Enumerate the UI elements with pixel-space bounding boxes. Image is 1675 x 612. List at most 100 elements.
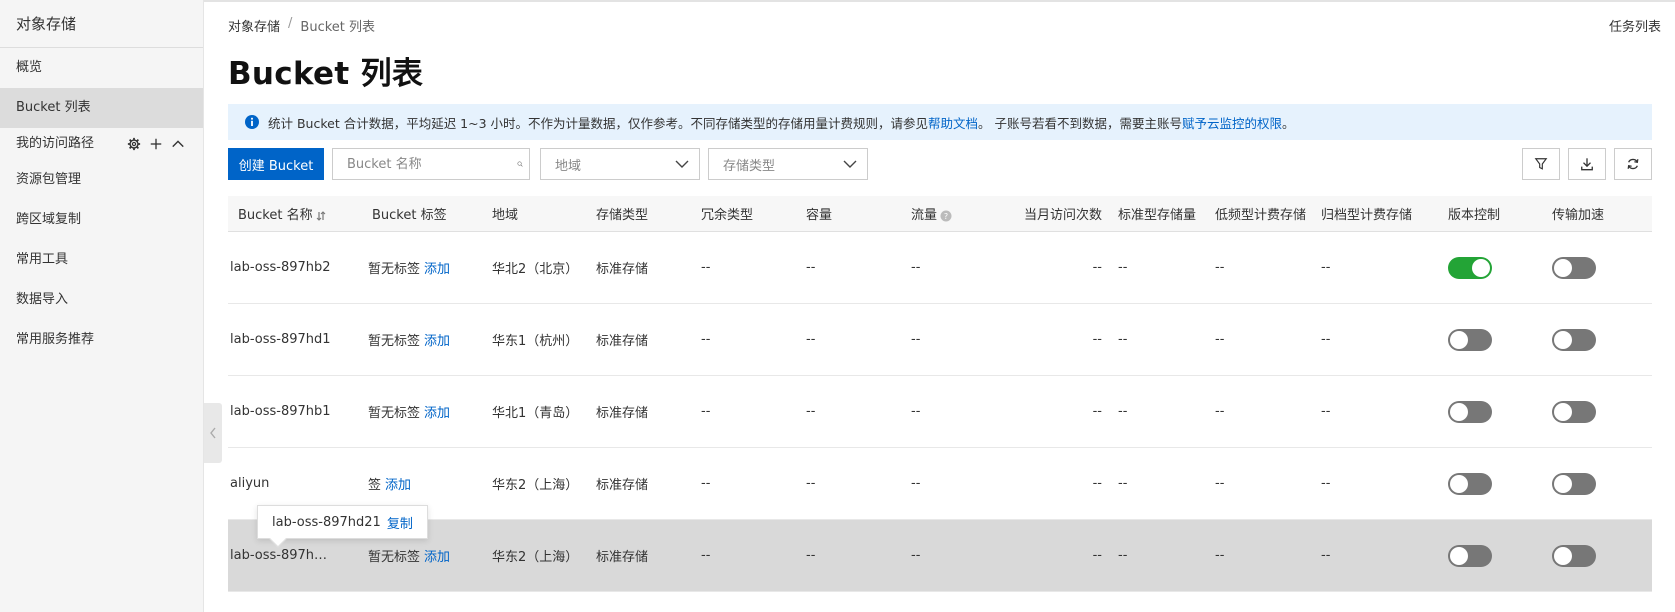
help-icon[interactable]: ? <box>940 210 952 222</box>
monitor-permission-link[interactable]: 赋予云监控的权限 <box>1182 113 1282 132</box>
tag-text: 暂无标签 <box>368 406 421 421</box>
bucket-name-link[interactable]: lab-oss-897hb1 <box>228 404 368 419</box>
storage-type-cell: 标准存储 <box>596 334 649 349</box>
acceleration-cell <box>1552 256 1652 279</box>
create-bucket-button[interactable]: 创建 Bucket <box>228 148 324 180</box>
visits-cell: -- <box>1092 404 1102 419</box>
versioning-toggle[interactable] <box>1448 256 1492 279</box>
region-cell: 华东1（杭州） <box>492 334 579 349</box>
table-row: aliyun 签添加 华东2（上海） 标准存储 -- -- -- -- -- -… <box>228 448 1652 520</box>
chevron-down-icon <box>675 160 689 168</box>
filter-button[interactable] <box>1522 148 1560 180</box>
bucket-name-search-input[interactable] <box>333 149 517 179</box>
col-header-versioning: 版本控制 <box>1448 208 1501 223</box>
acceleration-toggle[interactable] <box>1552 472 1596 495</box>
download-button[interactable] <box>1568 148 1606 180</box>
info-notice: 统计 Bucket 合计数据，平均延迟 1~3 小时。不作为计量数据，仅作参考。… <box>228 104 1652 140</box>
add-tag-link[interactable]: 添加 <box>424 550 450 565</box>
sidebar-item-common-tools[interactable]: 常用工具 <box>0 240 203 280</box>
bucket-name-tooltip: lab-oss-897hd21 复制 <box>257 505 428 548</box>
add-tag-link[interactable]: 添加 <box>424 262 450 277</box>
sidebar-item-resource-package[interactable]: 资源包管理 <box>0 160 203 200</box>
acceleration-toggle[interactable] <box>1552 400 1596 423</box>
add-tag-link[interactable]: 添加 <box>424 334 450 349</box>
sidebar-group-access-path: 我的访问路径 <box>0 128 203 160</box>
search-icon[interactable] <box>517 154 523 174</box>
storage-type-cell: 标准存储 <box>596 550 649 565</box>
bucket-name-link[interactable]: lab-oss-897hd1 <box>228 332 368 347</box>
acceleration-toggle[interactable] <box>1552 544 1596 567</box>
main-content: 对象存储 / Bucket 列表 任务列表 Bucket 列表 统计 Bucke… <box>228 0 1661 612</box>
low-freq-cell: -- <box>1215 260 1225 275</box>
visits-cell: -- <box>1092 260 1102 275</box>
task-list-link[interactable]: 任务列表 <box>1609 16 1661 35</box>
versioning-toggle[interactable] <box>1448 400 1492 423</box>
acceleration-toggle[interactable] <box>1552 256 1596 279</box>
notice-text-1: 统计 Bucket 合计数据，平均延迟 1~3 小时。不作为计量数据，仅作参考。… <box>268 115 929 131</box>
col-header-visits: 当月访问次数 <box>1023 208 1102 223</box>
visits-cell: -- <box>1092 548 1102 563</box>
toggle-knob <box>1554 546 1572 565</box>
region-select[interactable]: 地域 <box>540 148 700 180</box>
col-header-capacity: 容量 <box>806 208 833 223</box>
bucket-tag: 暂无标签 添加 <box>368 330 492 349</box>
versioning-toggle[interactable] <box>1448 328 1492 351</box>
bucket-name-link[interactable]: aliyun <box>228 476 368 491</box>
archive-cell: -- <box>1321 332 1331 347</box>
toggle-knob <box>1450 474 1468 493</box>
acceleration-cell <box>1552 400 1652 423</box>
plus-icon[interactable] <box>149 137 163 151</box>
capacity-cell: -- <box>806 404 816 419</box>
sidebar-item-data-import[interactable]: 数据导入 <box>0 280 203 320</box>
region-cell: 华东2（上海） <box>492 478 579 493</box>
archive-cell: -- <box>1321 548 1331 563</box>
help-doc-link[interactable]: 帮助文档 <box>928 113 978 132</box>
breadcrumb-root[interactable]: 对象存储 <box>228 16 280 35</box>
archive-cell: -- <box>1321 404 1331 419</box>
redundancy-cell: -- <box>701 260 711 275</box>
bucket-table: Bucket 名称 Bucket 标签 地域 存储类型 冗余类型 容量 流量? … <box>228 196 1652 592</box>
sidebar-item-cross-region-replication[interactable]: 跨区域复制 <box>0 200 203 240</box>
low-freq-cell: -- <box>1215 476 1225 491</box>
col-header-name[interactable]: Bucket 名称 <box>228 204 368 223</box>
sidebar: 对象存储 概览 Bucket 列表 我的访问路径 资源包管理 跨区域复制 常用工… <box>0 0 204 612</box>
bucket-tag: 暂无标签 添加 <box>368 546 492 565</box>
sidebar-collapse-handle[interactable] <box>204 403 222 463</box>
std-storage-cell: -- <box>1118 404 1128 419</box>
add-tag-link[interactable]: 添加 <box>424 406 450 421</box>
sidebar-item-bucket-list[interactable]: Bucket 列表 <box>0 88 203 128</box>
gear-icon[interactable] <box>127 137 141 151</box>
sidebar-item-recommended-services[interactable]: 常用服务推荐 <box>0 320 203 360</box>
archive-cell: -- <box>1321 476 1331 491</box>
breadcrumb: 对象存储 / Bucket 列表 <box>228 16 375 35</box>
add-tag-link[interactable]: 添加 <box>385 478 411 493</box>
sidebar-item-overview[interactable]: 概览 <box>0 48 203 88</box>
acceleration-toggle[interactable] <box>1552 328 1596 351</box>
low-freq-cell: -- <box>1215 404 1225 419</box>
refresh-button[interactable] <box>1614 148 1652 180</box>
sort-icon[interactable] <box>316 210 326 221</box>
chevron-up-icon[interactable] <box>171 137 185 151</box>
toggle-knob <box>1554 402 1572 421</box>
storage-type-select[interactable]: 存储类型 <box>708 148 868 180</box>
versioning-toggle[interactable] <box>1448 472 1492 495</box>
table-header: Bucket 名称 Bucket 标签 地域 存储类型 冗余类型 容量 流量? … <box>228 196 1652 232</box>
bucket-name-link[interactable]: lab-oss-897hb2 <box>228 260 368 275</box>
storage-type-cell: 标准存储 <box>596 406 649 421</box>
toggle-knob <box>1554 258 1572 277</box>
region-cell: 华北1（青岛） <box>492 406 579 421</box>
table-row: lab-oss-897hd1 暂无标签 添加 华东1（杭州） 标准存储 -- --… <box>228 304 1652 376</box>
bucket-tag: 暂无标签 添加 <box>368 258 492 277</box>
page-title: Bucket 列表 <box>228 56 424 92</box>
download-icon <box>1581 158 1593 171</box>
visits-cell: -- <box>1092 332 1102 347</box>
bucket-search <box>332 148 530 180</box>
tag-text: 签 <box>368 478 382 493</box>
copy-link[interactable]: 复制 <box>387 513 413 532</box>
tag-text: 暂无标签 <box>368 550 421 565</box>
archive-cell: -- <box>1321 260 1331 275</box>
versioning-toggle[interactable] <box>1448 544 1492 567</box>
bucket-name-link[interactable]: lab-oss-897h… <box>228 548 368 563</box>
versioning-cell <box>1448 328 1552 351</box>
breadcrumb-separator: / <box>288 16 293 31</box>
